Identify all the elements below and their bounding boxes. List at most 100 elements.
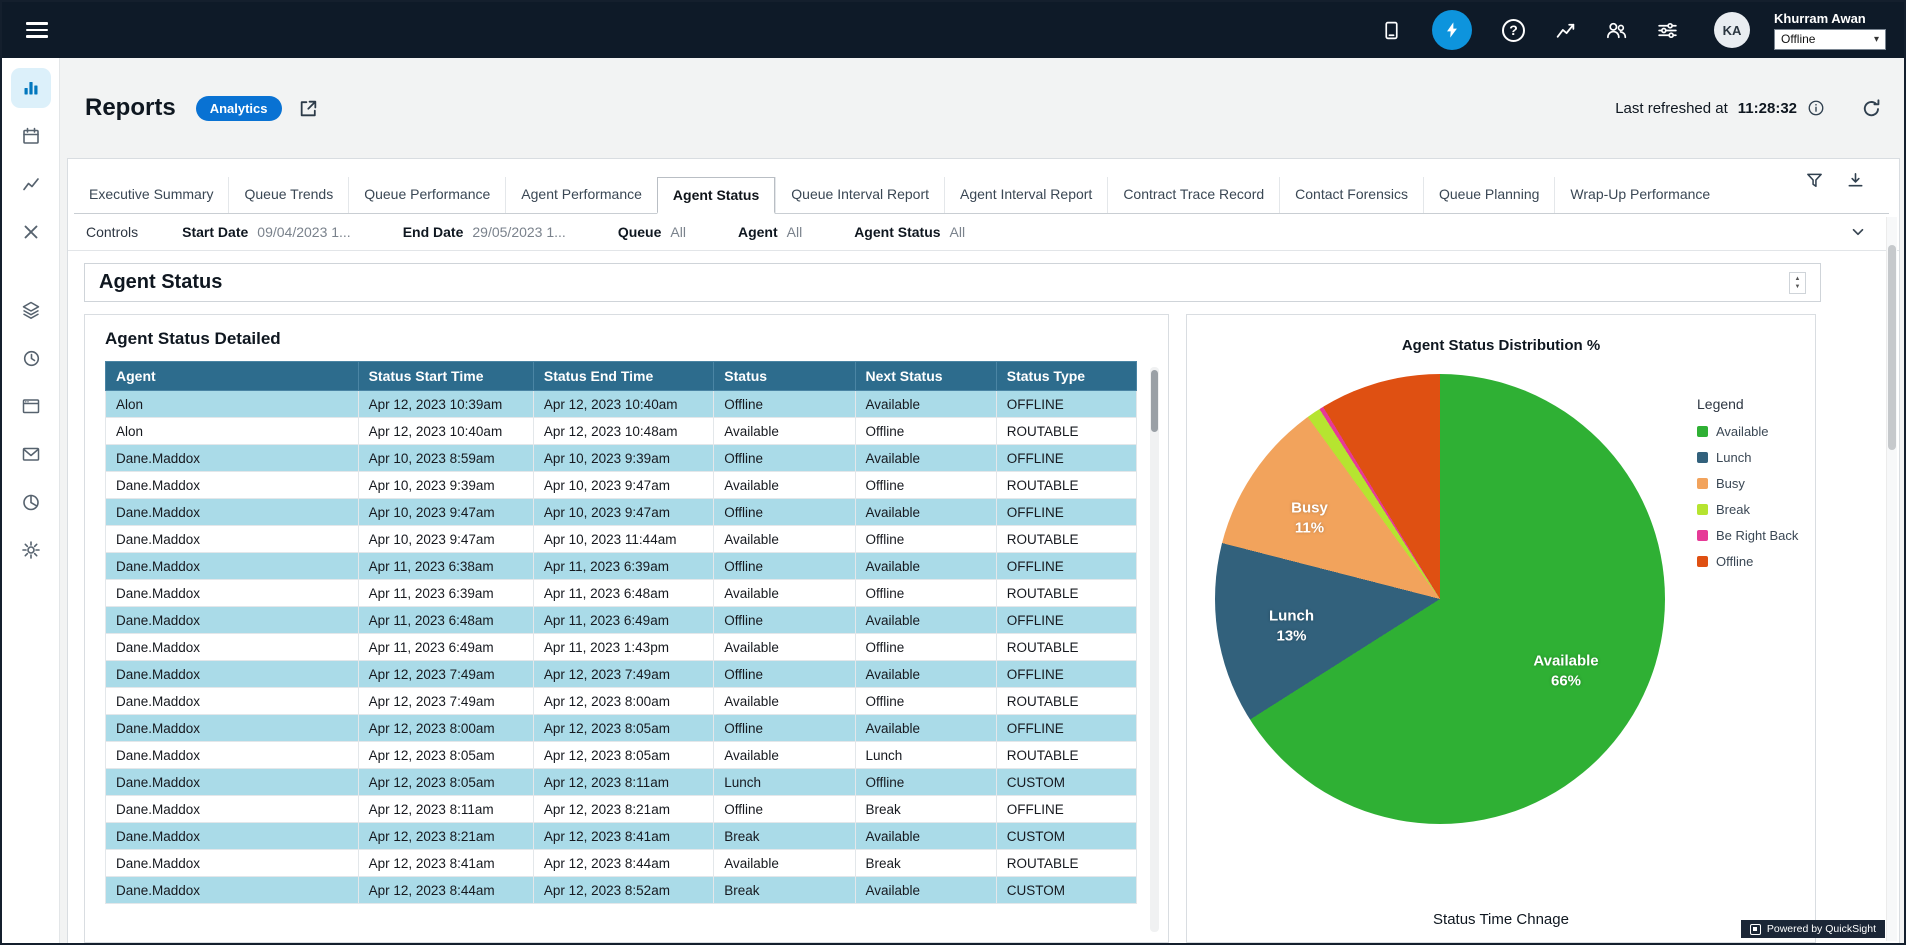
refresh-icon[interactable] — [1861, 98, 1882, 119]
table-row[interactable]: Dane.MaddoxApr 11, 2023 6:49amApr 11, 20… — [106, 634, 1137, 661]
topbar-actions: ? KA Khurram Awan Offline ▾ — [1381, 10, 1886, 50]
tab-executive-summary[interactable]: Executive Summary — [74, 177, 228, 213]
table-body: AlonApr 12, 2023 10:39amApr 12, 2023 10:… — [106, 391, 1137, 904]
table-scrollbar-thumb[interactable] — [1151, 370, 1158, 432]
sidebar-item-tools[interactable] — [11, 212, 51, 252]
table-row[interactable]: AlonApr 12, 2023 10:40amApr 12, 2023 10:… — [106, 418, 1137, 445]
column-header-status-type[interactable]: Status Type — [996, 362, 1136, 391]
column-header-status-end-time[interactable]: Status End Time — [533, 362, 713, 391]
sidebar-item-layers[interactable] — [11, 290, 51, 330]
sidebar-item-calendar[interactable] — [11, 116, 51, 156]
sheet: Agent Status ▲▼ Agent Status Detailed Ag… — [68, 251, 1899, 943]
table-row[interactable]: AlonApr 12, 2023 10:39amApr 12, 2023 10:… — [106, 391, 1137, 418]
column-header-agent[interactable]: Agent — [106, 362, 359, 391]
pie-panel: Agent Status Distribution % Busy11% Lunc… — [1186, 314, 1816, 943]
page-scrollbar[interactable] — [1886, 217, 1897, 941]
table-row[interactable]: Dane.MaddoxApr 12, 2023 8:41amApr 12, 20… — [106, 850, 1137, 877]
legend-swatch — [1697, 504, 1708, 515]
table-row[interactable]: Dane.MaddoxApr 10, 2023 8:59amApr 10, 20… — [106, 445, 1137, 472]
tab-queue-trends[interactable]: Queue Trends — [228, 177, 348, 213]
page-scrollbar-thumb[interactable] — [1888, 245, 1896, 450]
help-icon[interactable]: ? — [1502, 19, 1525, 42]
table-row[interactable]: Dane.MaddoxApr 12, 2023 8:21amApr 12, 20… — [106, 823, 1137, 850]
tab-contact-forensics[interactable]: Contact Forensics — [1279, 177, 1423, 213]
sidebar-item-metrics[interactable] — [11, 164, 51, 204]
pie-title: Agent Status Distribution % — [1199, 337, 1803, 354]
table-row[interactable]: Dane.MaddoxApr 12, 2023 8:11amApr 12, 20… — [106, 796, 1137, 823]
tab-queue-interval-report[interactable]: Queue Interval Report — [775, 177, 944, 213]
table-row[interactable]: Dane.MaddoxApr 12, 2023 7:49amApr 12, 20… — [106, 661, 1137, 688]
table-row[interactable]: Dane.MaddoxApr 12, 2023 8:44amApr 12, 20… — [106, 877, 1137, 904]
control-end-date[interactable]: End Date29/05/2023 1... — [403, 224, 566, 240]
refresh-area: Last refreshed at 11:28:32 — [1615, 98, 1882, 119]
analytics-badge[interactable]: Analytics — [196, 96, 282, 121]
sheet-title-bar: Agent Status ▲▼ — [84, 263, 1821, 302]
table-scrollbar[interactable] — [1150, 367, 1159, 932]
page-header: Reports Analytics Last refreshed at 11:2… — [67, 58, 1900, 158]
sidebar-item-browser[interactable] — [11, 386, 51, 426]
avatar[interactable]: KA — [1714, 12, 1750, 48]
pie-chart[interactable]: Busy11% Lunch13% Available66% — [1215, 374, 1665, 824]
column-header-status[interactable]: Status — [714, 362, 855, 391]
tab-agent-interval-report[interactable]: Agent Interval Report — [944, 177, 1107, 213]
tab-wrap-up-performance[interactable]: Wrap-Up Performance — [1554, 177, 1725, 213]
legend: Legend AvailableLunchBusyBreakBe Right B… — [1697, 396, 1798, 824]
table-row[interactable]: Dane.MaddoxApr 12, 2023 7:49amApr 12, 20… — [106, 688, 1137, 715]
metrics-chart-icon[interactable] — [1555, 20, 1576, 41]
control-agent-status[interactable]: Agent StatusAll — [854, 224, 965, 240]
control-queue[interactable]: QueueAll — [618, 224, 686, 240]
controls-title: Controls — [86, 224, 138, 240]
controls-row: Controls Start Date09/04/2023 1... End Da… — [68, 214, 1899, 251]
tab-queue-planning[interactable]: Queue Planning — [1423, 177, 1554, 213]
table-row[interactable]: Dane.MaddoxApr 10, 2023 9:39amApr 10, 20… — [106, 472, 1137, 499]
table-row[interactable]: Dane.MaddoxApr 10, 2023 9:47amApr 10, 20… — [106, 526, 1137, 553]
table-row[interactable]: Dane.MaddoxApr 11, 2023 6:38amApr 11, 20… — [106, 553, 1137, 580]
download-icon[interactable] — [1846, 171, 1865, 190]
powered-by-label: Powered by QuickSight — [1767, 923, 1876, 935]
table-row[interactable]: Dane.MaddoxApr 12, 2023 8:00amApr 12, 20… — [106, 715, 1137, 742]
table-row[interactable]: Dane.MaddoxApr 11, 2023 6:39amApr 11, 20… — [106, 580, 1137, 607]
tab-bar: Executive SummaryQueue TrendsQueue Perfo… — [74, 177, 1889, 214]
legend-item-break: Break — [1697, 502, 1798, 517]
menu-icon[interactable] — [26, 22, 48, 37]
last-refreshed-label: Last refreshed at — [1615, 100, 1728, 117]
control-start-date[interactable]: Start Date09/04/2023 1... — [182, 224, 351, 240]
user-block: Khurram Awan Offline ▾ — [1774, 11, 1886, 50]
notepad-icon[interactable] — [1381, 20, 1402, 41]
legend-item-be-right-back: Be Right Back — [1697, 528, 1798, 543]
sidebar-item-mail[interactable] — [11, 434, 51, 474]
next-chart-title: Status Time Chnage — [1187, 911, 1815, 928]
app-window: ? KA Khurram Awan Offline ▾ — [0, 0, 1906, 945]
tab-agent-status[interactable]: Agent Status — [657, 177, 775, 214]
column-header-status-start-time[interactable]: Status Start Time — [358, 362, 533, 391]
legend-item-offline: Offline — [1697, 554, 1798, 569]
table-row[interactable]: Dane.MaddoxApr 12, 2023 8:05amApr 12, 20… — [106, 769, 1137, 796]
users-icon[interactable] — [1606, 20, 1627, 41]
realtime-bolt-icon[interactable] — [1432, 10, 1472, 50]
legend-item-busy: Busy — [1697, 476, 1798, 491]
sliders-icon[interactable] — [1657, 20, 1678, 41]
control-agent[interactable]: AgentAll — [738, 224, 802, 240]
filter-icon[interactable] — [1805, 171, 1824, 190]
sidebar-item-history[interactable] — [11, 338, 51, 378]
sidebar-item-reports[interactable] — [11, 68, 51, 108]
tab-queue-performance[interactable]: Queue Performance — [348, 177, 505, 213]
column-header-next-status[interactable]: Next Status — [855, 362, 996, 391]
info-icon[interactable] — [1807, 99, 1825, 117]
external-link-icon[interactable] — [298, 98, 319, 119]
sidebar-item-settings[interactable] — [11, 530, 51, 570]
sidebar-item-pie-report[interactable] — [11, 482, 51, 522]
sidebar — [2, 58, 60, 943]
sheet-title: Agent Status — [99, 271, 222, 294]
agent-status-select[interactable]: Offline ▾ — [1774, 29, 1886, 50]
table-row[interactable]: Dane.MaddoxApr 12, 2023 8:05amApr 12, 20… — [106, 742, 1137, 769]
controls-collapse-chevron-icon[interactable] — [1849, 223, 1867, 241]
table-row[interactable]: Dane.MaddoxApr 10, 2023 9:47amApr 10, 20… — [106, 499, 1137, 526]
spinner-control[interactable]: ▲▼ — [1789, 272, 1806, 294]
legend-title: Legend — [1697, 396, 1798, 412]
pie-label-busy: Busy11% — [1291, 499, 1328, 538]
tab-agent-performance[interactable]: Agent Performance — [505, 177, 657, 213]
agent-status-value: Offline — [1781, 32, 1815, 46]
tab-contract-trace-record[interactable]: Contract Trace Record — [1107, 177, 1279, 213]
table-row[interactable]: Dane.MaddoxApr 11, 2023 6:48amApr 11, 20… — [106, 607, 1137, 634]
